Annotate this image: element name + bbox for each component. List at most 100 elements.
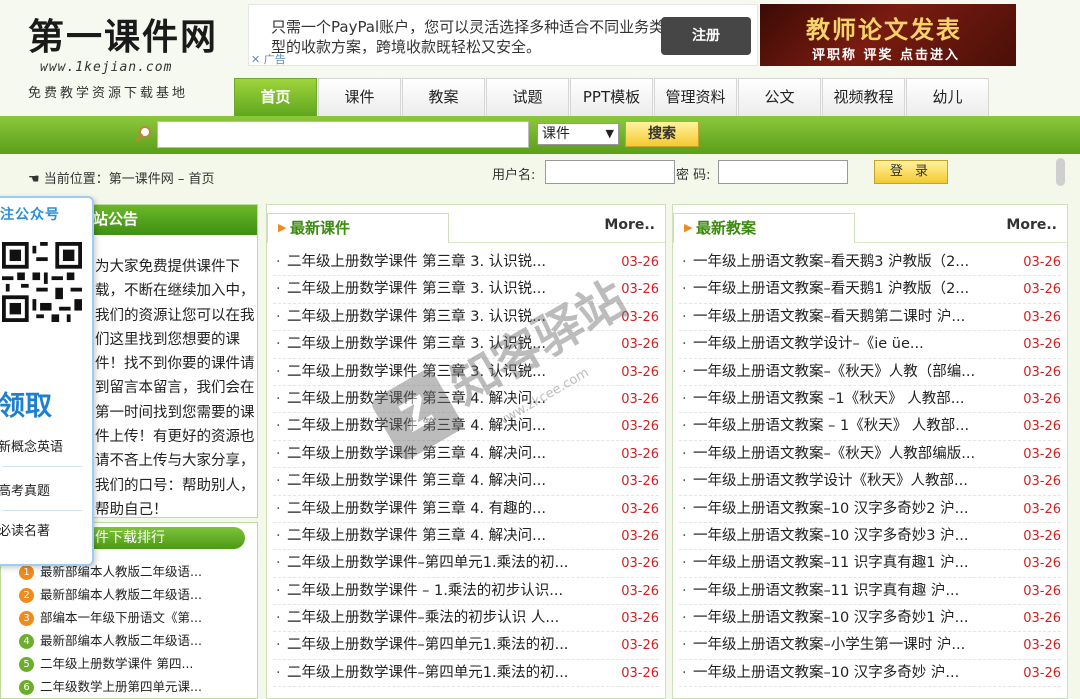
search-button[interactable]: 搜索 <box>625 121 699 147</box>
list-item[interactable]: · 一年级上册语文教案–10 汉字多奇妙3 沪... 03-26 <box>679 523 1061 551</box>
list-item-title[interactable]: 二年级上册数学课件 第三章 4. 解决问... <box>287 413 546 440</box>
list-item[interactable]: · 一年级上册语文教案–10 汉字多奇妙2 沪... 03-26 <box>679 496 1061 523</box>
list-item[interactable]: · 一年级上册语文教案–看天鹅第二课时 沪... 03-26 <box>679 304 1061 332</box>
list-item-title[interactable]: 一年级上册语文教案–11 识字真有趣1 沪... <box>693 550 968 577</box>
list-item[interactable]: · 一年级上册语文教案–小学生第一课时 沪... 03-26 <box>679 632 1061 660</box>
nav-tab[interactable]: 教案 <box>402 78 485 116</box>
list-item-title[interactable]: 一年级上册语文教案–《秋天》人教部编版... <box>693 441 975 468</box>
list-item[interactable]: · 一年级上册语文教学设计《秋天》人教部... 03-26 <box>679 468 1061 496</box>
list-item-title[interactable]: 二年级上册数学课件 第三章 3. 认识锐... <box>287 331 546 358</box>
list-item-title[interactable]: 一年级上册语文教案–10 汉字多奇妙 沪... <box>693 660 959 687</box>
list-item[interactable]: · 二年级上册数学课件 第三章 3. 认识锐... 03-26 <box>273 276 659 304</box>
list-item-title[interactable]: 一年级上册语文教案–10 汉字多奇妙2 沪... <box>693 496 968 523</box>
list-item[interactable]: · 一年级上册语文教案 –1《秋天》 人教部... 03-26 <box>679 386 1061 414</box>
list-item-title[interactable]: 一年级上册语文教案–看天鹅3 沪教版（2... <box>693 249 969 276</box>
list-item[interactable]: · 二年级上册数学课件 第三章 4. 解决问... 03-26 <box>273 386 659 414</box>
list-item-title[interactable]: 一年级上册语文教案–11 识字真有趣 沪... <box>693 578 959 605</box>
qr-float-widget[interactable]: 注公众号 领取 新概念英语 高考真题 必读名著 <box>0 196 94 566</box>
list-item-title[interactable]: 二年级上册数学课件–乘法的初步认识 人... <box>287 605 559 632</box>
more-link[interactable]: More.. <box>604 217 655 233</box>
more-link[interactable]: More.. <box>1006 217 1057 233</box>
panel-tab-lesson-plans[interactable]: ▶ 最新教案 <box>673 213 855 243</box>
login-button[interactable]: 登 录 <box>874 160 948 184</box>
nav-tab[interactable]: 首页 <box>234 78 317 116</box>
ad-mark[interactable]: ✕ 广告 <box>251 51 286 67</box>
list-item-title[interactable]: 二年级上册数学课件 第三章 4. 解决问... <box>287 386 546 413</box>
list-item[interactable]: · 二年级上册数学课件 第三章 3. 认识锐... 03-26 <box>273 249 659 277</box>
rank-item[interactable]: 5 二年级上册数学课件 第四... <box>19 653 255 676</box>
qr-link-books[interactable]: 必读名著 <box>0 520 50 539</box>
list-item[interactable]: · 一年级上册语文教案–11 识字真有趣1 沪... 03-26 <box>679 550 1061 578</box>
list-item[interactable]: · 一年级上册语文教学设计–《ie üe... 03-26 <box>679 331 1061 359</box>
list-item-title[interactable]: 一年级上册语文教案–10 汉字多奇妙3 沪... <box>693 523 968 550</box>
nav-tab[interactable]: 视频教程 <box>822 78 905 116</box>
close-icon[interactable]: ✕ <box>251 53 260 66</box>
list-item[interactable]: · 二年级上册数学课件–第四单元1.乘法的初... 03-26 <box>273 550 659 578</box>
list-item-title[interactable]: 一年级上册语文教案–小学生第一课时 沪... <box>693 632 965 659</box>
scrollbar[interactable] <box>1056 158 1065 186</box>
teacher-paper-ad[interactable]: 教师论文发表 评职称 评奖 点击进入 <box>760 4 1016 66</box>
list-item[interactable]: · 二年级上册数学课件 第三章 3. 认识锐... 03-26 <box>273 359 659 386</box>
list-item[interactable]: · 一年级上册语文教案–10 汉字多奇妙 沪... 03-26 <box>679 660 1061 688</box>
list-item[interactable]: · 二年级上册数学课件 第三章 4. 解决问... 03-26 <box>273 413 659 441</box>
list-item[interactable]: · 一年级上册语文教案–《秋天》人教（部编... 03-26 <box>679 359 1061 386</box>
nav-tab[interactable]: 幼儿 <box>906 78 989 116</box>
list-item[interactable]: · 二年级上册数学课件 第三章 3. 认识锐... 03-26 <box>273 331 659 359</box>
nav-tab[interactable]: 管理资料 <box>654 78 737 116</box>
list-item[interactable]: · 二年级上册数学课件 第三章 4. 解决问... 03-26 <box>273 441 659 469</box>
list-item[interactable]: · 二年级上册数学课件–第四单元1.乘法的初... 03-26 <box>273 632 659 660</box>
rank-item[interactable]: 4 最新部编本人教版二年级语... <box>19 630 255 653</box>
list-item[interactable]: · 二年级上册数学课件 – 1.乘法的初步认识... 03-26 <box>273 578 659 606</box>
rank-item[interactable]: 2 最新部编本人教版二年级语... <box>19 584 255 607</box>
nav-tab[interactable]: 公文 <box>738 78 821 116</box>
list-item-title[interactable]: 二年级上册数学课件 – 1.乘法的初步认识... <box>287 578 563 605</box>
list-item[interactable]: · 一年级上册语文教案–11 识字真有趣 沪... 03-26 <box>679 578 1061 606</box>
list-item-title[interactable]: 二年级上册数学课件–第四单元1.乘法的初... <box>287 550 568 577</box>
list-item[interactable]: · 二年级上册数学课件 第三章 4. 解决问... 03-26 <box>273 523 659 551</box>
list-item-title[interactable]: 二年级上册数学课件 第三章 4. 解决问... <box>287 468 546 495</box>
nav-tab[interactable]: 试题 <box>486 78 569 116</box>
list-item-title[interactable]: 二年级上册数学课件–第四单元1.乘法的初... <box>287 660 568 687</box>
paypal-register-button[interactable]: 注册 <box>661 17 751 55</box>
list-item[interactable]: · 一年级上册语文教案–看天鹅1 沪教版（2... 03-26 <box>679 276 1061 304</box>
list-item-title[interactable]: 一年级上册语文教案 –1《秋天》 人教部... <box>693 386 965 413</box>
list-item-title[interactable]: 二年级上册数学课件 第三章 3. 认识锐... <box>287 276 546 303</box>
list-item-title[interactable]: 一年级上册语文教案–看天鹅第二课时 沪... <box>693 304 965 331</box>
list-item-title[interactable]: 二年级上册数学课件 第三章 4. 解决问... <box>287 441 546 468</box>
list-item[interactable]: · 一年级上册语文教案 – 1《秋天》 人教部... 03-26 <box>679 413 1061 441</box>
panel-tab-courseware[interactable]: ▶ 最新课件 <box>267 213 449 243</box>
list-item[interactable]: · 二年级上册数学课件 第三章 4. 解决问... 03-26 <box>273 468 659 496</box>
password-field[interactable] <box>718 160 848 184</box>
list-item-title[interactable]: 一年级上册语文教学设计《秋天》人教部... <box>693 468 968 495</box>
qr-code-image[interactable] <box>2 242 82 322</box>
list-item[interactable]: · 二年级上册数学课件–第四单元1.乘法的初... 03-26 <box>273 660 659 688</box>
list-item[interactable]: · 一年级上册语文教案–《秋天》人教部编版... 03-26 <box>679 441 1061 469</box>
list-item-title[interactable]: 一年级上册语文教案 – 1《秋天》 人教部... <box>693 413 969 440</box>
rank-item[interactable]: 6 二年级数学上册第四单元课... <box>19 676 255 699</box>
list-item-title[interactable]: 二年级上册数学课件 第三章 4. 解决问... <box>287 523 546 550</box>
list-item-title[interactable]: 一年级上册语文教案–看天鹅1 沪教版（2... <box>693 276 969 303</box>
list-item[interactable]: · 二年级上册数学课件 第三章 3. 认识锐... 03-26 <box>273 304 659 332</box>
list-item[interactable]: · 一年级上册语文教案–10 汉字多奇妙1 沪... 03-26 <box>679 605 1061 633</box>
paypal-ad[interactable]: 只需一个PayPal账户，您可以灵活选择多种适合不同业务类型的收款方案，跨境收款… <box>248 4 758 66</box>
list-item-title[interactable]: 二年级上册数学课件 第三章 3. 认识锐... <box>287 249 546 276</box>
search-input[interactable] <box>157 121 529 148</box>
list-item-title[interactable]: 一年级上册语文教案–10 汉字多奇妙1 沪... <box>693 605 968 632</box>
list-item[interactable]: · 一年级上册语文教案–看天鹅3 沪教版（2... 03-26 <box>679 249 1061 277</box>
username-field[interactable] <box>545 160 675 184</box>
qr-link-english[interactable]: 新概念英语 <box>0 436 63 455</box>
list-item-title[interactable]: 二年级上册数学课件–第四单元1.乘法的初... <box>287 632 568 659</box>
list-item-title[interactable]: 二年级上册数学课件 第三章 3. 认识锐... <box>287 304 546 331</box>
list-item[interactable]: · 二年级上册数学课件–乘法的初步认识 人... 03-26 <box>273 605 659 633</box>
site-logo[interactable]: 第一课件网 www.1kejian.com 免费教学资源下载基地 <box>0 0 232 112</box>
search-category-select[interactable]: 课件 ▼ <box>537 123 619 145</box>
list-item-title[interactable]: 一年级上册语文教学设计–《ie üe... <box>693 331 924 358</box>
list-item-title[interactable]: 二年级上册数学课件 第三章 3. 认识锐... <box>287 359 546 386</box>
list-item[interactable]: · 二年级上册数学课件 第三章 4. 有趣的... 03-26 <box>273 496 659 523</box>
nav-tab[interactable]: 课件 <box>318 78 401 116</box>
list-item-title[interactable]: 一年级上册语文教案–《秋天》人教（部编... <box>693 359 975 386</box>
list-item-title[interactable]: 二年级上册数学课件 第三章 4. 有趣的... <box>287 496 546 523</box>
nav-tab[interactable]: PPT模板 <box>570 78 653 116</box>
qr-link-exam[interactable]: 高考真题 <box>0 480 50 499</box>
rank-item[interactable]: 3 部编本一年级下册语文《第... <box>19 607 255 630</box>
